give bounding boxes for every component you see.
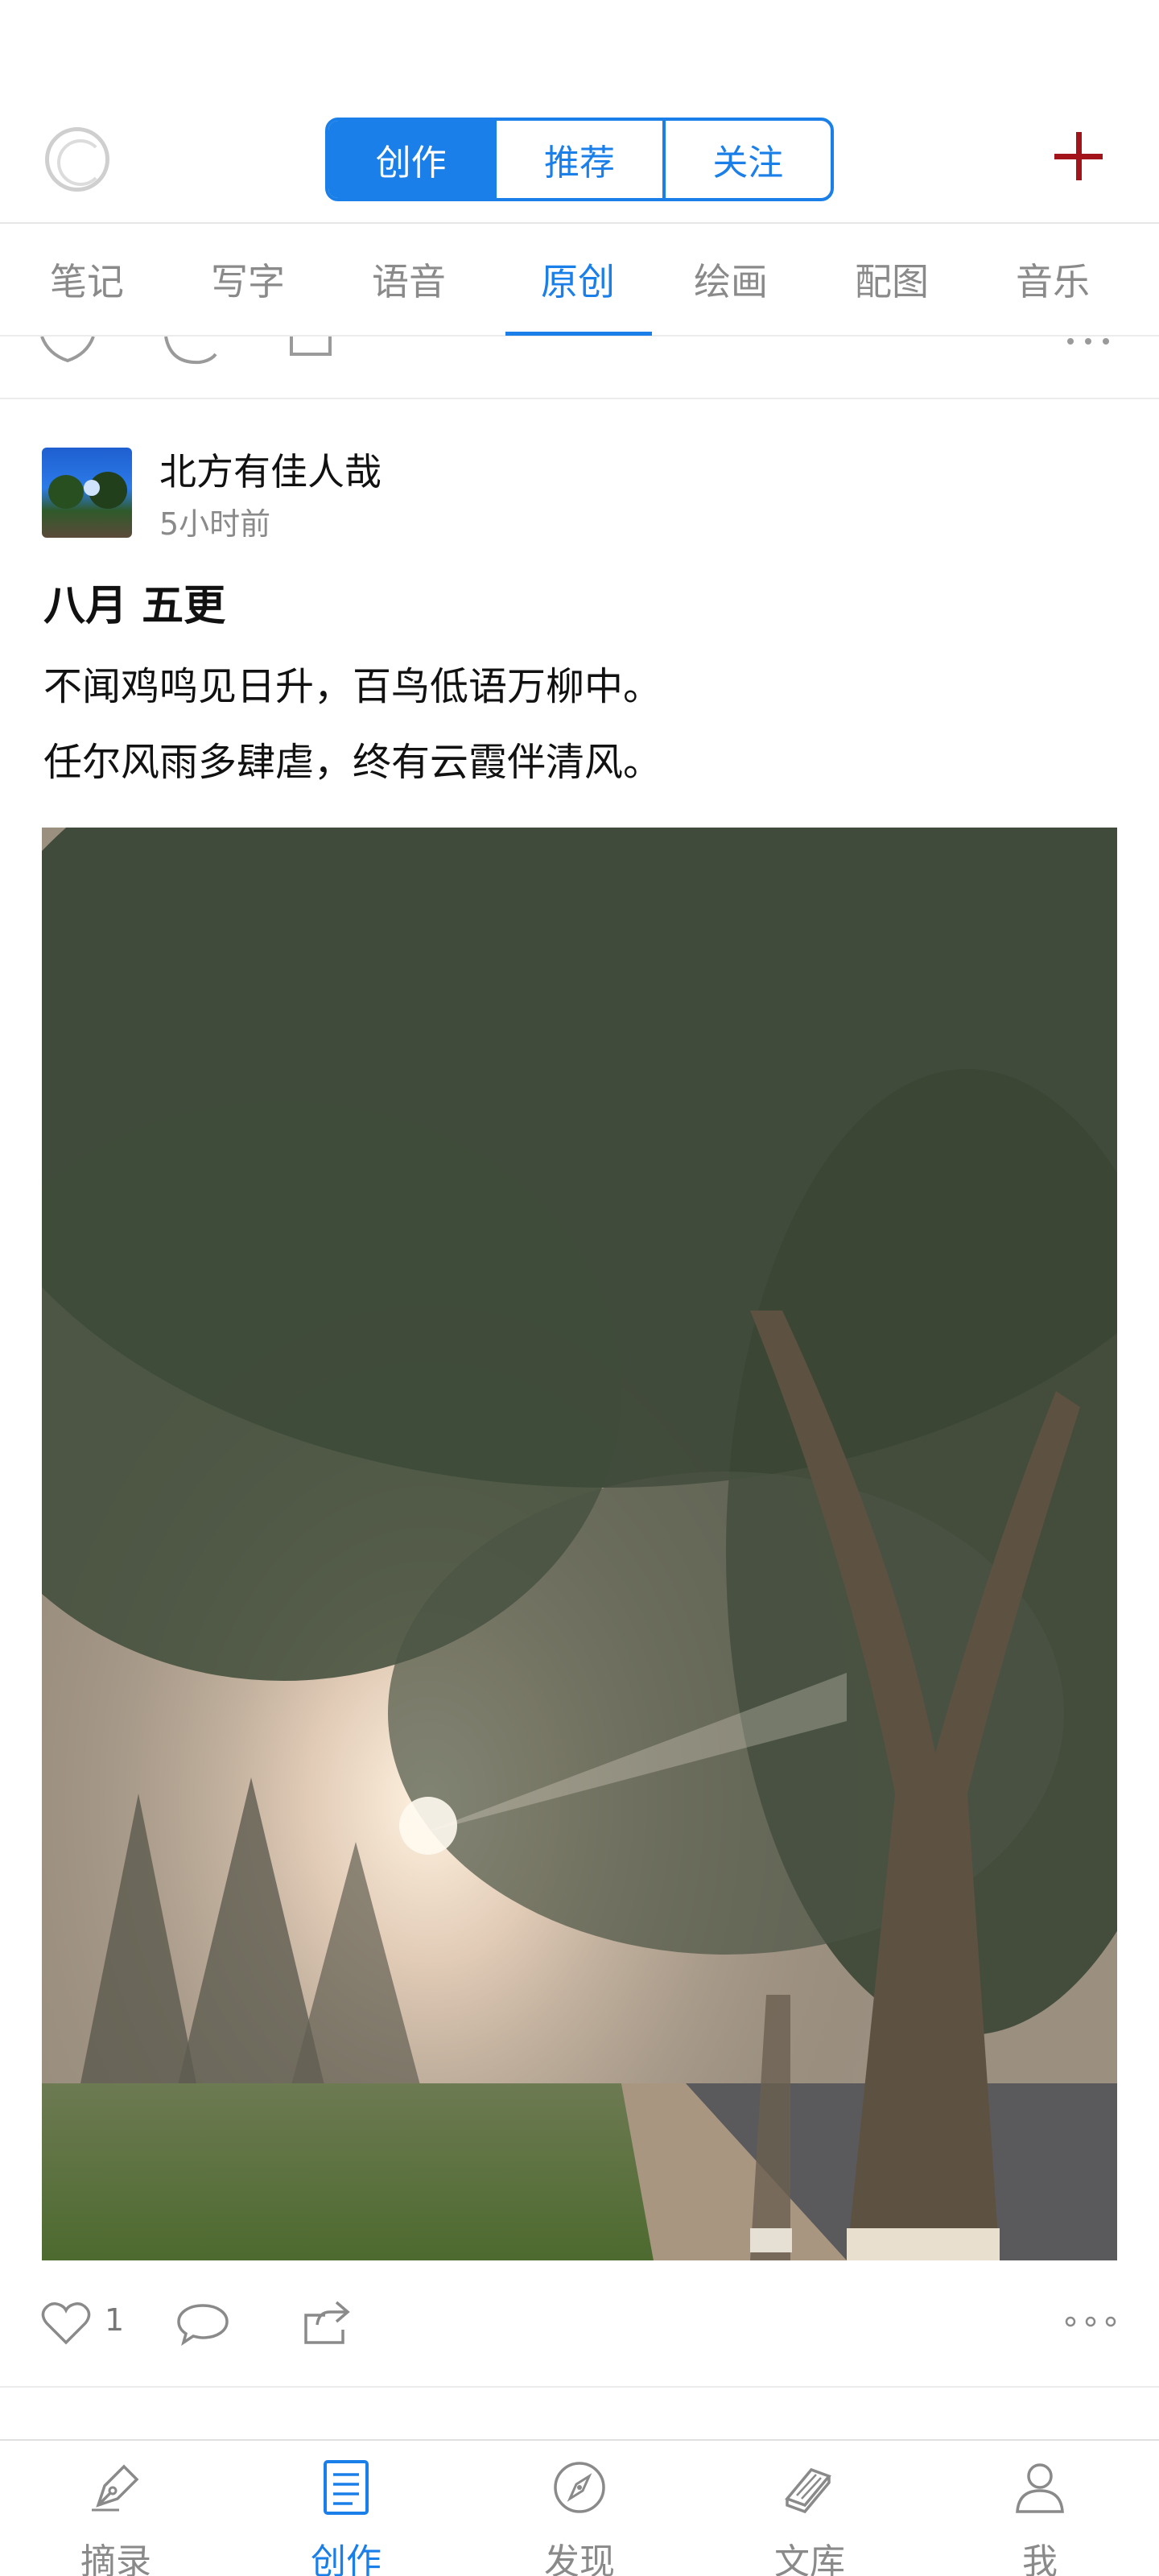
category-tabs: 笔记 写字 语音 原创 绘画 配图 音乐 [0, 225, 1159, 336]
nav-library[interactable]: 文库 [729, 2452, 890, 2576]
tab-drawing[interactable]: 绘画 [666, 250, 795, 314]
avatar[interactable] [42, 448, 132, 538]
share-icon[interactable] [301, 2297, 353, 2346]
tab-notes[interactable]: 笔记 [23, 250, 151, 314]
post-title: 八月 五更 [43, 582, 226, 630]
post-body: 不闻鸡鸣见日升，百鸟低语万柳中。 任尔风雨多肆虐，终有云霞伴清风。 [43, 649, 662, 800]
bottom-nav: 摘录 创作 发现 文库 我 [0, 2439, 1159, 2576]
nav-label: 文库 [774, 2541, 845, 2576]
tab-writing[interactable]: 写字 [184, 250, 312, 314]
nav-create[interactable]: 创作 [266, 2452, 427, 2576]
like-heart-icon[interactable] [40, 2301, 92, 2346]
previous-post-actions [0, 336, 1159, 399]
tab-original[interactable]: 原创 [514, 250, 642, 314]
more-options-icon[interactable] [1064, 2314, 1117, 2330]
nav-me[interactable]: 我 [959, 2452, 1120, 2576]
tab-voice[interactable]: 语音 [344, 250, 473, 314]
nav-label: 我 [1022, 2541, 1058, 2576]
tab-illustration[interactable]: 配图 [827, 250, 956, 314]
nav-label: 创作 [311, 2541, 382, 2576]
post-time: 5小时前 [159, 506, 271, 542]
segment-control: 创作 推荐 关注 [325, 118, 834, 201]
post-line: 任尔风雨多肆虐，终有云霞伴清风。 [43, 740, 662, 785]
books-icon [785, 2467, 831, 2514]
refresh-spinner-icon[interactable] [45, 127, 109, 192]
post-line: 不闻鸡鸣见日升，百鸟低语万柳中。 [43, 664, 662, 709]
previous-post-icons [40, 336, 1109, 365]
post-actions: 1 [0, 2289, 1159, 2354]
author-name[interactable]: 北方有佳人哉 [159, 443, 382, 496]
person-icon [1016, 2463, 1064, 2513]
compass-icon [554, 2462, 605, 2513]
nav-excerpt[interactable]: 摘录 [35, 2452, 196, 2576]
segment-create[interactable]: 创作 [328, 121, 497, 198]
add-plus-icon[interactable] [1054, 132, 1103, 180]
nav-label: 摘录 [80, 2541, 151, 2576]
active-tab-underline [505, 332, 652, 336]
pen-nib-icon [92, 2464, 139, 2512]
post-divider [0, 2386, 1159, 2388]
tab-music[interactable]: 音乐 [988, 250, 1117, 314]
document-icon [324, 2460, 369, 2515]
comment-bubble-icon[interactable] [175, 2302, 230, 2346]
nav-label: 发现 [544, 2541, 615, 2576]
segment-follow[interactable]: 关注 [666, 121, 831, 198]
segment-recommend[interactable]: 推荐 [497, 121, 666, 198]
top-header: 创作 推荐 关注 [0, 0, 1159, 224]
nav-discover[interactable]: 发现 [499, 2452, 660, 2576]
like-count: 1 [105, 2302, 125, 2338]
post-photo[interactable] [42, 828, 1117, 2260]
